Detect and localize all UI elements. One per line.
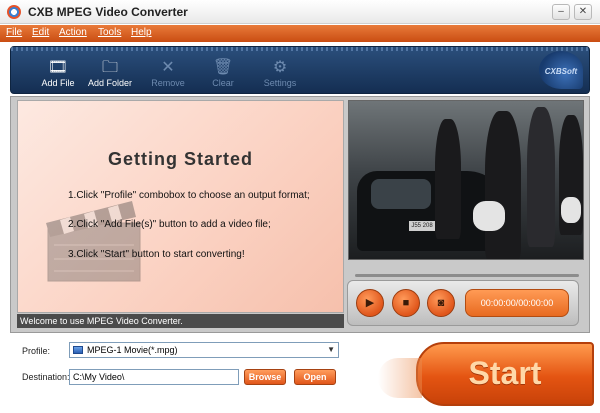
add-file-label: Add File [41, 78, 75, 88]
toolbar: 🎞 Add File 🗀 Add Folder ✕ Remove 🗑 Clear… [10, 46, 590, 94]
snapshot-button[interactable]: ◙ [427, 289, 455, 317]
video-person [527, 107, 555, 247]
menu-tools[interactable]: Tools [98, 27, 121, 38]
menu-edit[interactable]: Edit [32, 27, 49, 38]
menu-help[interactable]: Help [131, 27, 152, 38]
profile-dropdown[interactable]: MPEG-1 Movie(*.mpg) ▼ [69, 342, 339, 358]
close-button[interactable]: ✕ [574, 4, 592, 20]
player-controls: ▶ ■ ◙ 00:00:00/00:00:00 [347, 280, 579, 326]
app-logo-icon [7, 5, 21, 19]
stop-icon: ■ [402, 297, 410, 309]
video-format-icon [73, 346, 83, 354]
instruction-step-3: 3.Click "Start" button to start converti… [68, 249, 245, 260]
video-license-plate: J55 208 [409, 221, 435, 231]
minimize-button[interactable]: – [552, 4, 570, 20]
play-button[interactable]: ▶ [356, 289, 384, 317]
gear-icon: ⚙ [272, 59, 288, 76]
status-bar: Welcome to use MPEG Video Converter. [17, 314, 344, 328]
stop-button[interactable]: ■ [392, 289, 420, 317]
add-folder-label: Add Folder [87, 78, 133, 88]
remove-label: Remove [151, 78, 185, 88]
time-display: 00:00:00/00:00:00 [465, 289, 569, 317]
camera-icon: ◙ [437, 297, 445, 309]
remove-button[interactable]: ✕ Remove [140, 59, 196, 88]
clapperboard-icon [46, 201, 141, 282]
menu-bar: File Edit Action Tools Help [0, 25, 600, 42]
title-bar: CXB MPEG Video Converter – ✕ [0, 0, 600, 24]
instruction-step-2: 2.Click "Add File(s)" button to add a vi… [68, 219, 271, 230]
trash-icon: 🗑 [212, 59, 234, 76]
play-icon: ▶ [365, 297, 375, 309]
browse-button[interactable]: Browse [244, 369, 286, 385]
video-bag [561, 197, 581, 223]
profile-value: MPEG-1 Movie(*.mpg) [87, 345, 178, 355]
destination-input[interactable] [69, 369, 239, 385]
destination-label: Destination: [22, 372, 70, 382]
profile-label: Profile: [22, 346, 51, 356]
video-person [435, 119, 461, 239]
add-file-button[interactable]: 🎞 Add File [30, 59, 86, 88]
clear-label: Clear [212, 78, 234, 88]
instruction-step-1: 1.Click "Profile" combobox to choose an … [68, 190, 310, 201]
folder-add-icon: 🗀 [101, 59, 118, 76]
window-title: CXB MPEG Video Converter [28, 5, 188, 19]
video-car-window [371, 179, 431, 209]
open-button[interactable]: Open [294, 369, 336, 385]
settings-label: Settings [263, 78, 297, 88]
settings-button[interactable]: ⚙ Settings [252, 59, 308, 88]
menu-action[interactable]: Action [59, 27, 87, 38]
video-preview: J55 208 [348, 100, 584, 260]
getting-started-panel: Getting Started 1.Click "Profile" combob… [17, 100, 344, 313]
clear-button[interactable]: 🗑 Clear [195, 59, 251, 88]
start-button[interactable]: Start [378, 342, 594, 406]
video-bag [473, 201, 505, 231]
video-person [485, 111, 521, 259]
film-add-icon: 🎞 [47, 59, 69, 76]
brand-logo: CXBSoft [539, 51, 583, 89]
remove-x-icon: ✕ [161, 59, 175, 76]
dropdown-arrow-icon[interactable]: ▼ [327, 343, 335, 357]
add-folder-button[interactable]: 🗀 Add Folder [82, 59, 138, 88]
getting-started-title: Getting Started [107, 149, 253, 169]
menu-file[interactable]: File [6, 27, 22, 38]
seek-bar[interactable] [355, 274, 579, 277]
